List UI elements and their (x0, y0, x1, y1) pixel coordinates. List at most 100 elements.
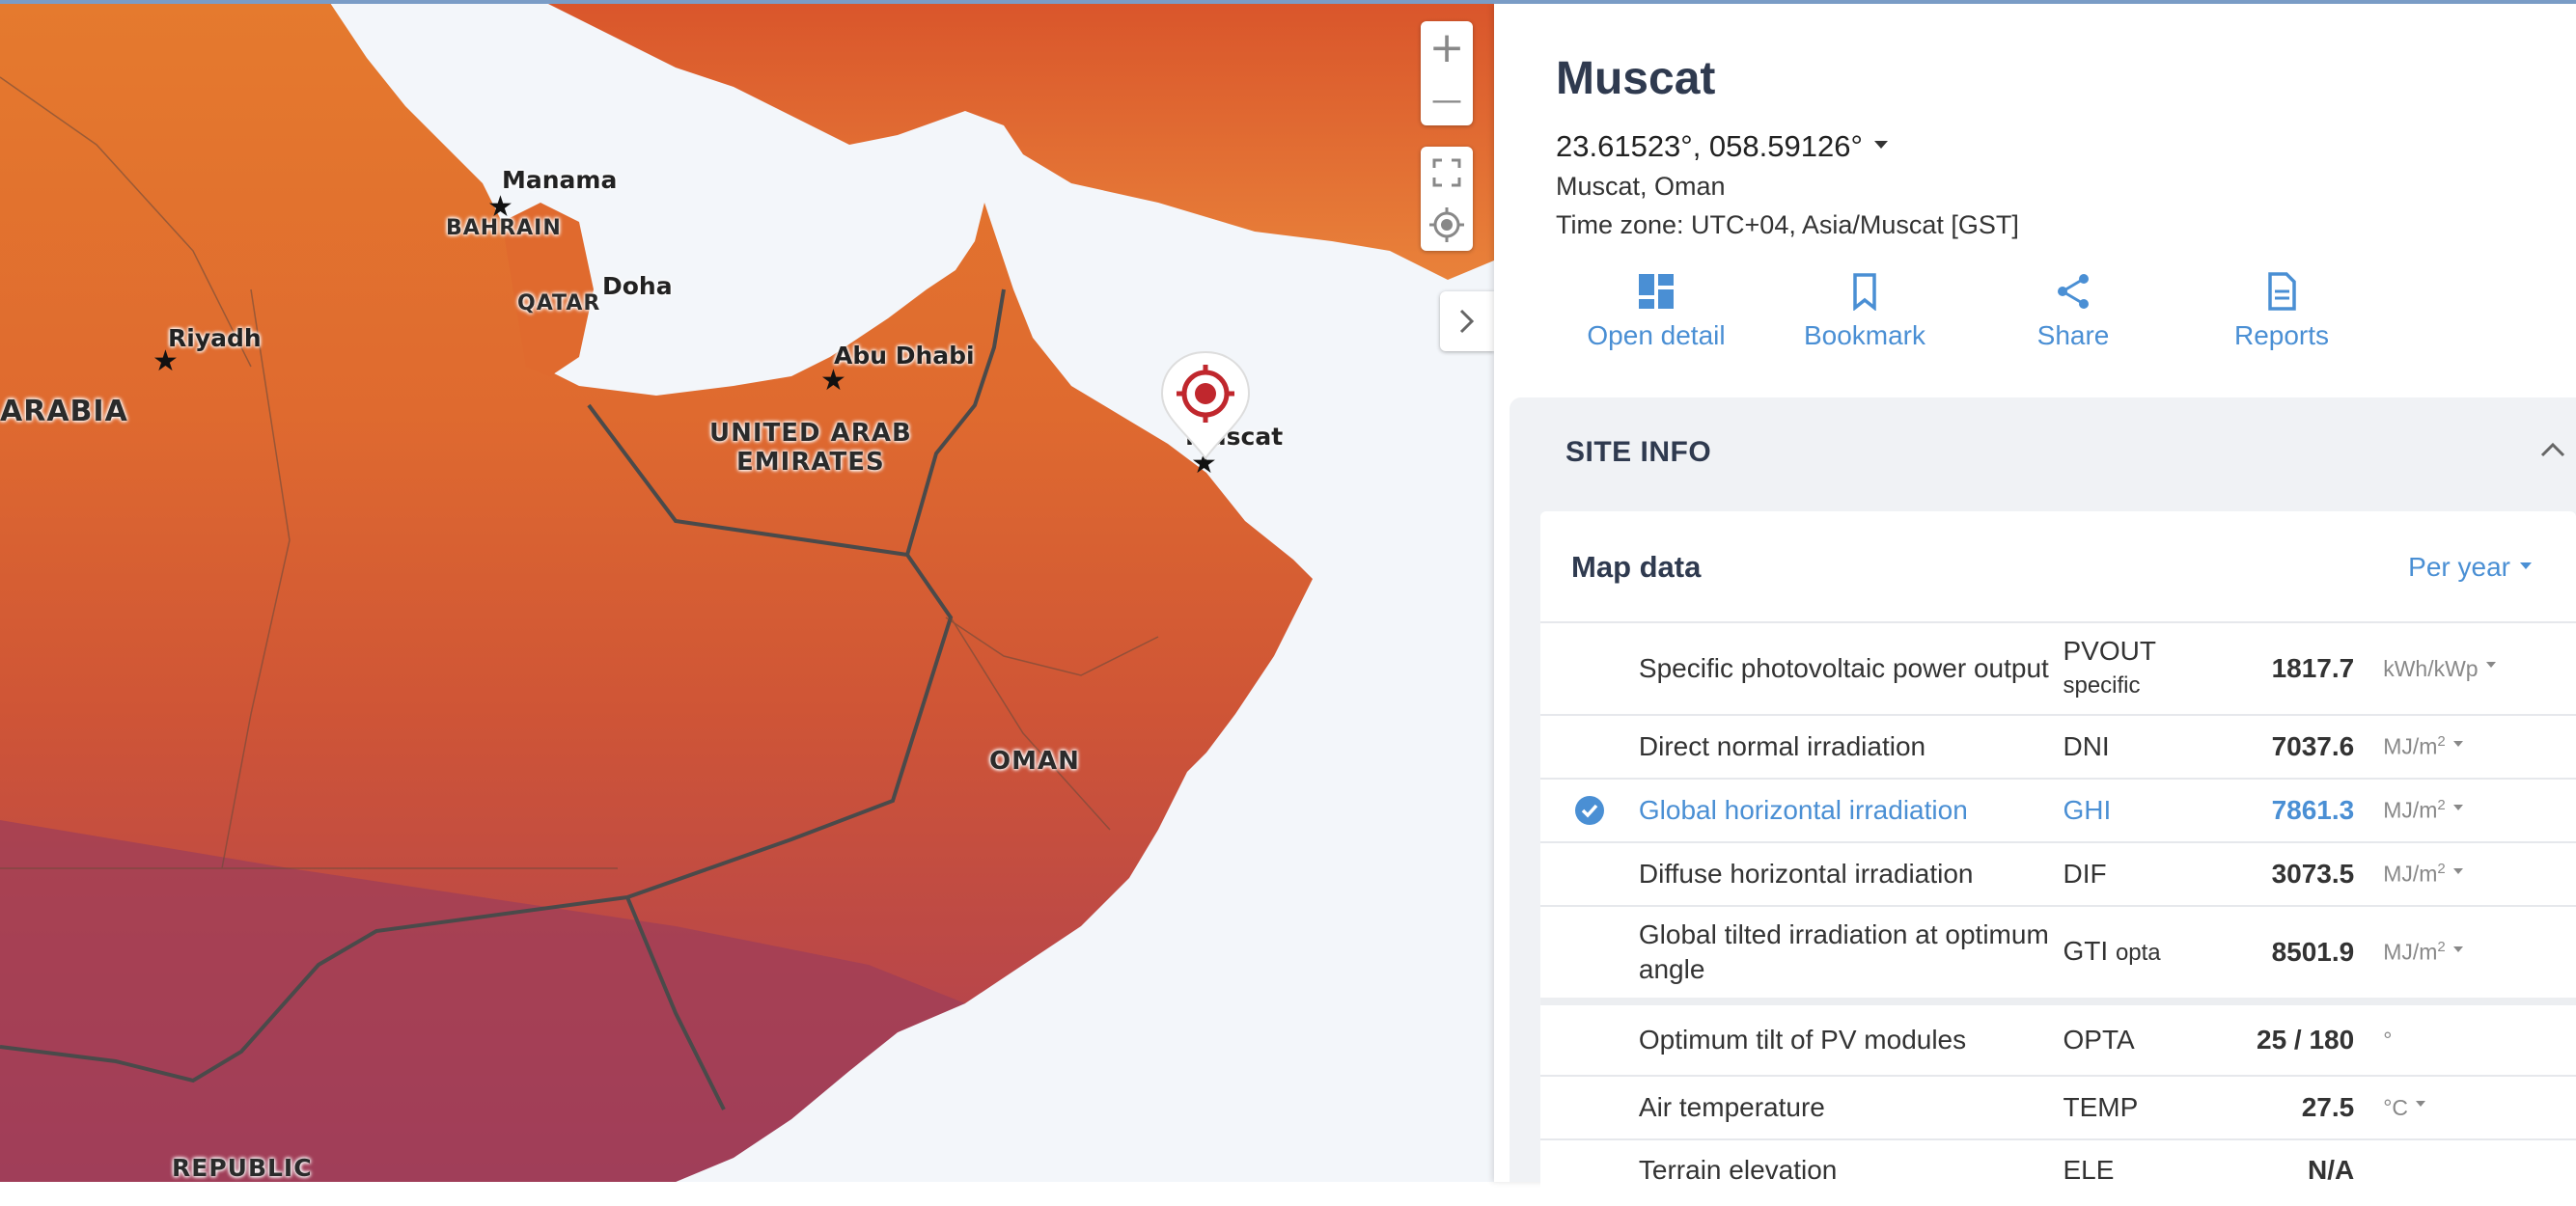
row-value: 8501.9 (2271, 937, 2355, 967)
share-icon (2058, 274, 2089, 309)
row-value: 7037.6 (2271, 731, 2355, 761)
map-data-title: Map data (1571, 550, 1702, 584)
data-row-dni[interactable]: Direct normal irradiation DNI 7037.6 MJ/m2 (1540, 714, 2576, 778)
map-view[interactable]: Manama ★ BAHRAIN Doha QATAR Riyadh ★ ARA… (0, 0, 1494, 1182)
row-value: 1817.7 (2271, 653, 2355, 683)
location-pin-icon[interactable] (1157, 347, 1254, 463)
row-abbreviation: DIF (2063, 858, 2207, 891)
unit-selector[interactable]: °C (2354, 1095, 2576, 1121)
coordinates-selector[interactable]: 23.61523°, 058.59126° (1556, 129, 1888, 164)
site-info-section: SITE INFO Map data Per year Specific pho… (1510, 397, 2576, 1206)
row-name: Direct normal irradiation (1638, 731, 1926, 761)
unit-selector[interactable]: MJ/m2 (2354, 861, 2576, 888)
row-unit: MJ/m (2383, 939, 2438, 965)
site-info-heading[interactable]: SITE INFO (1565, 436, 1711, 469)
row-value: 7861.3 (2271, 795, 2355, 825)
country-label-uae-line1: UNITED ARAB (709, 419, 912, 448)
map-data-table: Specific photovoltaic power output PVOUT s… (1540, 621, 2576, 1200)
zoom-control: + — (1421, 21, 1473, 125)
row-unit: °C (2383, 1094, 2409, 1120)
bookmark-button[interactable]: Bookmark (1768, 272, 1961, 351)
row-unit: ° (2383, 1027, 2393, 1053)
row-value: 27.5 (2301, 1092, 2355, 1122)
fullscreen-icon (1432, 158, 1461, 187)
site-title: Muscat (1556, 53, 1716, 104)
zoom-in-button[interactable]: + (1421, 21, 1473, 73)
row-value: N/A (2307, 1155, 2355, 1185)
data-row-dif[interactable]: Diffuse horizontal irradiation DIF 3073.5 M… (1540, 841, 2576, 905)
share-button[interactable]: Share (1977, 272, 2170, 351)
map-canvas[interactable] (0, 0, 1494, 1182)
unit-selector[interactable]: MJ/m2 (2354, 939, 2576, 966)
top-accent-line (0, 0, 2576, 4)
zoom-out-button[interactable]: — (1421, 73, 1473, 125)
open-detail-button[interactable]: Open detail (1560, 272, 1753, 351)
row-name: Optimum tilt of PV modules (1638, 1025, 1967, 1055)
country-label-arabia: ARABIA (0, 395, 128, 428)
reports-button[interactable]: Reports (2185, 272, 2378, 351)
row-name: Air temperature (1638, 1092, 1825, 1122)
row-value: 3073.5 (2271, 859, 2355, 889)
timezone-text: Time zone: UTC+04, Asia/Muscat [GST] (1556, 210, 2019, 239)
row-abbreviation: DNI (2063, 730, 2207, 763)
caret-down-icon (2485, 662, 2496, 669)
reports-label: Reports (2233, 320, 2330, 350)
locate-me-button[interactable] (1421, 199, 1473, 251)
row-check-cell[interactable] (1540, 795, 1639, 826)
data-row-temp[interactable]: Air temperature TEMP 27.5 °C (1540, 1075, 2576, 1138)
data-row-opta[interactable]: Optimum tilt of PV modules OPTA 25 / 180 ° (1540, 998, 2576, 1075)
row-abbr-main: GHI (2063, 795, 2112, 825)
row-abbr-sub: specific (2063, 672, 2141, 699)
share-label: Share (2036, 320, 2110, 350)
row-abbreviation: PVOUT specific (2063, 635, 2207, 702)
period-dropdown[interactable]: Per year (2408, 552, 2532, 583)
country-label-uae: UNITED ARAB EMIRATES (709, 419, 912, 477)
row-abbr-main: PVOUT (2063, 636, 2156, 666)
row-abbr-main: GTI (2063, 936, 2109, 966)
row-abbreviation: TEMP (2063, 1091, 2207, 1124)
row-unit-superscript: 2 (2437, 939, 2446, 956)
fullscreen-button[interactable] (1421, 147, 1473, 199)
caret-down-icon (2416, 1101, 2426, 1108)
data-row-ele[interactable]: Terrain elevation ELE N/A (1540, 1138, 2576, 1200)
caret-down-icon (1873, 140, 1888, 149)
city-label-abu-dhabi: Abu Dhabi (834, 342, 975, 370)
caret-down-icon (2520, 562, 2532, 570)
row-unit-superscript: 2 (2437, 733, 2446, 751)
row-abbreviation: OPTA (2063, 1024, 2207, 1056)
row-abbr-sub: opta (2115, 940, 2161, 966)
unit-selector[interactable]: MJ/m2 (2354, 733, 2576, 760)
row-unit: MJ/m (2383, 797, 2438, 823)
unit-selector[interactable]: kWh/kWp (2354, 656, 2576, 682)
map-data-card: Map data Per year Specific photovoltaic … (1540, 511, 2576, 1206)
row-name: Terrain elevation (1638, 1155, 1838, 1185)
row-name: Specific photovoltaic power output (1638, 653, 2049, 683)
caret-down-icon (2452, 804, 2463, 810)
row-abbr-main: DNI (2063, 731, 2110, 761)
row-name: Global horizontal irradiation (1638, 795, 1968, 825)
bookmark-label: Bookmark (1803, 320, 1926, 350)
document-icon (2268, 272, 2296, 311)
chevron-up-icon[interactable] (2539, 440, 2566, 459)
row-abbr-main: DIF (2063, 859, 2107, 889)
country-label-bahrain: BAHRAIN (446, 216, 562, 240)
row-name: Diffuse horizontal irradiation (1638, 859, 1974, 889)
unit-selector[interactable]: MJ/m2 (2354, 797, 2576, 824)
row-unit-superscript: 2 (2437, 797, 2446, 814)
data-row-pvout[interactable]: Specific photovoltaic power output PVOUT s… (1540, 621, 2576, 714)
collapse-panel-button[interactable] (1440, 291, 1494, 351)
row-unit-superscript: 2 (2437, 861, 2446, 878)
coordinates-text: 23.61523°, 058.59126° (1556, 129, 1863, 163)
capital-star-icon: ★ (820, 365, 846, 397)
country-label-oman: OMAN (989, 747, 1080, 776)
data-row-gti[interactable]: Global tilted irradiation at optimum ang… (1540, 905, 2576, 998)
caret-down-icon (2452, 867, 2463, 874)
city-label-riyadh: Riyadh (168, 324, 262, 352)
unit-selector: ° (2354, 1028, 2576, 1054)
row-name: Global tilted irradiation at optimum ang… (1638, 919, 2049, 984)
row-unit: kWh/kWp (2383, 655, 2479, 681)
row-unit: MJ/m (2383, 861, 2438, 887)
row-abbr-main: OPTA (2063, 1025, 2135, 1055)
data-row-ghi[interactable]: Global horizontal irradiation GHI 7861.3 MJ… (1540, 778, 2576, 841)
row-value: 25 / 180 (2257, 1025, 2355, 1055)
